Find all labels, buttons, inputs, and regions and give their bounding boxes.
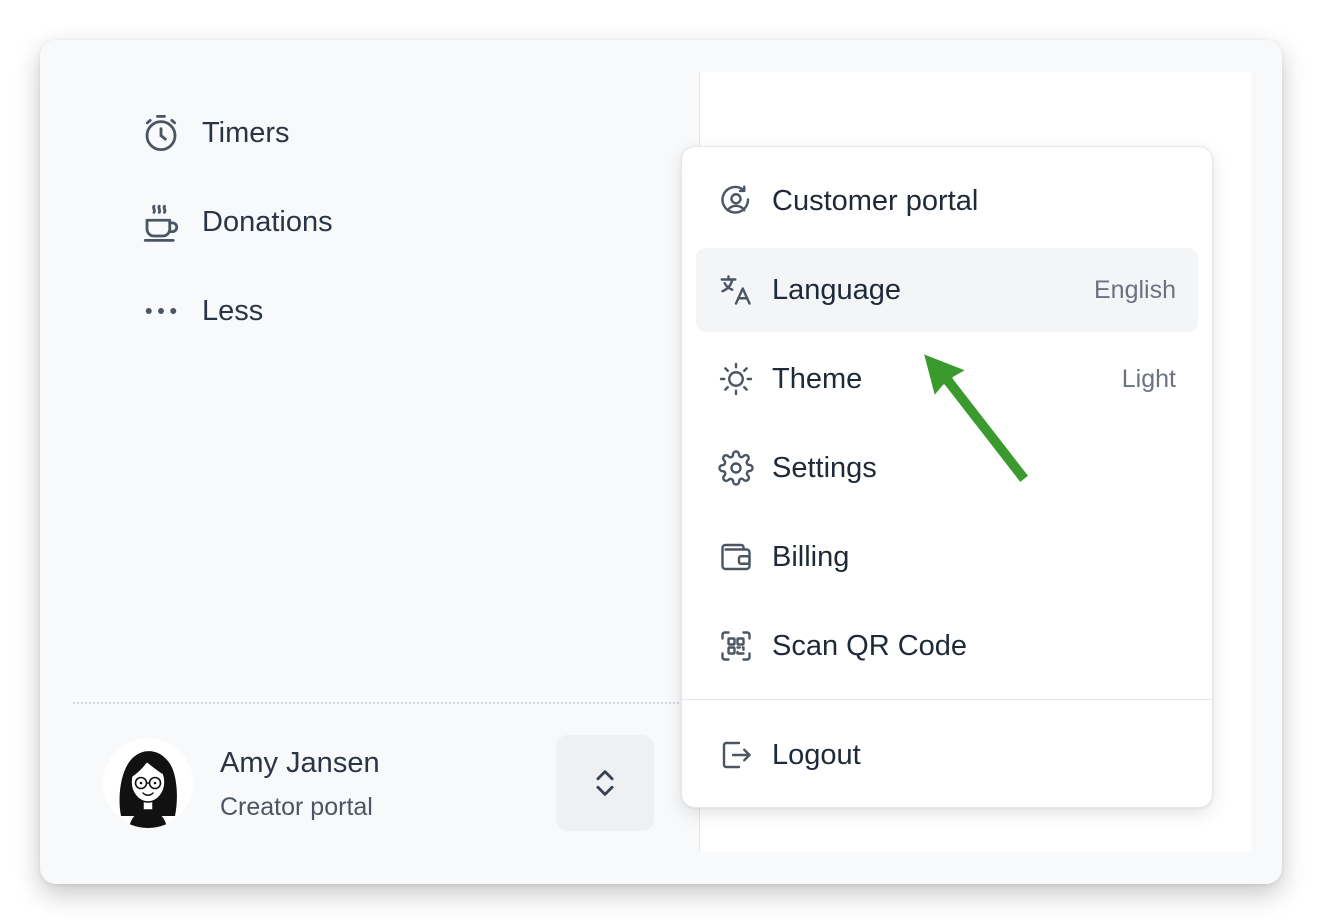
wallet-icon: [721, 543, 751, 571]
user-circle-refresh-icon: [721, 185, 750, 214]
translate-icon: [720, 275, 751, 305]
logout-icon: [722, 741, 751, 769]
nav-item-less[interactable]: Less: [140, 290, 263, 332]
menu-item-label: Customer portal: [772, 184, 979, 217]
menu-item-settings[interactable]: Settings: [696, 426, 1198, 510]
menu-item-label: Logout: [772, 738, 861, 771]
more-dots-icon: [145, 308, 177, 314]
menu-item-label: Theme: [772, 362, 863, 395]
avatar[interactable]: [103, 738, 193, 828]
menu-item-logout[interactable]: Logout: [696, 713, 1198, 797]
menu-item-label: Language: [772, 273, 902, 306]
user-name: Amy Jansen: [220, 747, 380, 779]
coffee-cup-icon: [143, 204, 179, 242]
sun-icon: [719, 362, 753, 396]
chevron-up-down-icon: [596, 770, 614, 796]
menu-item-label: Billing: [772, 540, 850, 573]
menu-item-scan-qr-code[interactable]: Scan QR Code: [696, 604, 1198, 688]
nav-item-label: Donations: [202, 205, 333, 238]
menu-item-label: Settings: [772, 451, 877, 484]
nav-item-donations[interactable]: Donations: [140, 201, 333, 243]
menu-item-language[interactable]: Language English: [696, 248, 1198, 332]
nav-item-label: Less: [202, 294, 264, 327]
menu-item-customer-portal[interactable]: Customer portal: [696, 159, 1198, 243]
menu-item-theme[interactable]: Theme Light: [696, 337, 1198, 421]
menu-item-value: Light: [1121, 364, 1176, 393]
menu-item-label: Scan QR Code: [772, 629, 968, 662]
nav-item-timers[interactable]: Timers: [140, 112, 290, 154]
menu-item-value: English: [1094, 275, 1176, 304]
gear-icon: [718, 450, 754, 486]
stopwatch-icon: [145, 114, 177, 152]
account-switcher-button[interactable]: [556, 735, 654, 831]
nav-item-label: Timers: [202, 116, 290, 149]
app-window: Timers Donations Less Amy Jansen Creator…: [40, 40, 1282, 884]
qr-scan-icon: [721, 631, 751, 661]
menu-divider: [682, 699, 1212, 700]
avatar-illustration: [119, 751, 177, 828]
sidebar-divider: [73, 702, 683, 704]
user-dropdown-menu: Customer portal Language English Theme L…: [681, 146, 1213, 808]
menu-item-billing[interactable]: Billing: [696, 515, 1198, 599]
user-role: Creator portal: [220, 793, 373, 821]
